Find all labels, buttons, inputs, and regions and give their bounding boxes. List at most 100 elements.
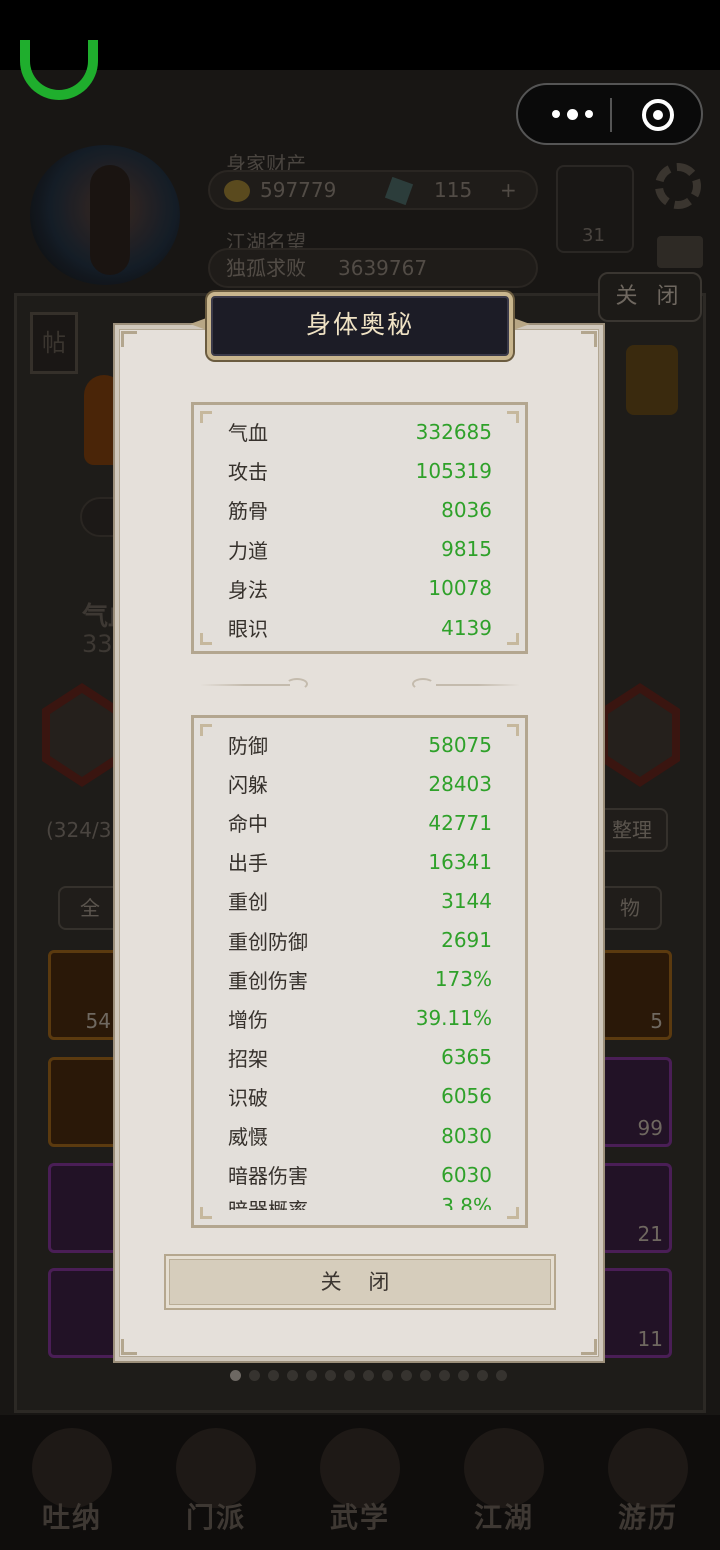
stat-row: 力道 9815 xyxy=(228,530,492,569)
stat-row: 暗器伤害 6030 xyxy=(228,1155,492,1194)
stat-row: 增伤 39.11% xyxy=(228,999,492,1038)
page-dot[interactable] xyxy=(458,1370,469,1381)
inventory-slot[interactable]: 54 xyxy=(48,950,120,1040)
nav-item[interactable]: 江湖 xyxy=(449,1422,559,1542)
inventory-slot[interactable] xyxy=(48,1057,120,1147)
page-dot[interactable] xyxy=(439,1370,450,1381)
hp-value: 33 xyxy=(82,630,113,658)
mail-icon[interactable] xyxy=(657,236,703,268)
stat-value: 6030 xyxy=(441,1162,492,1187)
nav-label: 游历 xyxy=(617,1501,678,1534)
page-dot[interactable] xyxy=(420,1370,431,1381)
corner-ornament xyxy=(200,724,212,736)
stat-name: 出手 xyxy=(228,851,268,876)
dialog-title: 身体奥秘 xyxy=(207,292,513,360)
fame-title: 独孤求败 xyxy=(226,256,306,280)
page-dot[interactable] xyxy=(344,1370,355,1381)
inventory-slot[interactable]: 21 xyxy=(600,1163,672,1253)
page-dot[interactable] xyxy=(477,1370,488,1381)
add-currency-button[interactable]: + xyxy=(500,172,517,208)
stat-row: 闪躲 28403 xyxy=(228,764,492,803)
filter-item-tab[interactable]: 物 xyxy=(598,886,662,930)
page-dot[interactable] xyxy=(268,1370,279,1381)
more-dots-icon[interactable] xyxy=(536,85,608,143)
nav-label: 武学 xyxy=(329,1501,390,1534)
page-indicator xyxy=(230,1370,507,1381)
stat-name: 威慑 xyxy=(228,1125,268,1149)
stat-name: 攻击 xyxy=(228,460,268,485)
stat-row: 暗器概率 3.8% xyxy=(228,1194,492,1210)
corner-ornament xyxy=(507,1207,519,1219)
stat-name: 力道 xyxy=(228,538,268,563)
page-dot[interactable] xyxy=(230,1370,241,1381)
stat-name: 暗器伤害 xyxy=(228,1164,308,1189)
stat-name: 闪躲 xyxy=(228,773,268,798)
fame-bar: 独孤求败 3639767 xyxy=(208,248,538,288)
stat-value: 105319 xyxy=(415,458,492,483)
close-button[interactable]: 关 闭 xyxy=(164,1254,556,1310)
nav-label: 门派 xyxy=(185,1501,246,1534)
page-dot[interactable] xyxy=(325,1370,336,1381)
nav-item[interactable]: 门派 xyxy=(161,1422,271,1542)
stat-row: 眼识 4139 xyxy=(228,608,492,647)
stat-value: 42771 xyxy=(428,810,492,835)
yin-yang-icon[interactable]: 31 xyxy=(556,165,634,253)
stat-row: 招架 6365 xyxy=(228,1038,492,1077)
page-dot[interactable] xyxy=(401,1370,412,1381)
capsule-close-icon[interactable] xyxy=(642,99,674,131)
corner-ornament xyxy=(200,411,212,423)
page-dot[interactable] xyxy=(496,1370,507,1381)
stat-name: 暗器概率 xyxy=(228,1198,308,1211)
stat-row: 身法 10078 xyxy=(228,569,492,608)
stat-value: 28403 xyxy=(428,771,492,796)
inventory-slot[interactable] xyxy=(48,1268,120,1358)
corner-ornament xyxy=(200,1207,212,1219)
page-dot[interactable] xyxy=(287,1370,298,1381)
nav-item[interactable]: 吐纳 xyxy=(17,1422,127,1542)
page-dot[interactable] xyxy=(306,1370,317,1381)
lantern-icon[interactable] xyxy=(626,345,678,415)
inventory-slot[interactable]: 5 xyxy=(600,950,672,1040)
tie-tag-button[interactable]: 帖 xyxy=(30,312,78,374)
page-dot[interactable] xyxy=(249,1370,260,1381)
stat-row: 重创防御 2691 xyxy=(228,921,492,960)
corner-ornament xyxy=(507,411,519,423)
corner-ornament xyxy=(507,724,519,736)
nav-label: 吐纳 xyxy=(41,1501,102,1534)
nav-label: 江湖 xyxy=(473,1501,534,1534)
stat-name: 增伤 xyxy=(228,1007,268,1032)
stat-row: 出手 16341 xyxy=(228,842,492,881)
avatar[interactable] xyxy=(30,145,180,285)
stat-value: 8036 xyxy=(441,497,492,522)
advanced-stats-box[interactable]: 防御 58075 闪躲 28403 命中 42771 出手 16341 重创 3144 重创防御 26… xyxy=(191,715,528,1228)
divider-right xyxy=(410,678,520,690)
page-dot[interactable] xyxy=(363,1370,374,1381)
stat-name: 身法 xyxy=(228,577,268,602)
nav-item[interactable]: 武学 xyxy=(305,1422,415,1542)
stat-row: 攻击 105319 xyxy=(228,451,492,490)
corner-ornament xyxy=(581,1339,597,1355)
corner-ornament xyxy=(121,331,137,347)
stat-value: 10078 xyxy=(428,576,492,601)
gear-icon[interactable] xyxy=(655,163,701,209)
stat-value: 332685 xyxy=(415,419,492,444)
gems-value: 115 xyxy=(434,178,473,202)
inventory-slot[interactable]: 99 xyxy=(600,1057,672,1147)
coins-value: 597779 xyxy=(260,178,337,202)
stat-name: 命中 xyxy=(228,812,268,837)
rank-number: 31 xyxy=(582,225,605,246)
organize-button[interactable]: 整理 xyxy=(596,808,668,852)
stat-value: 6365 xyxy=(441,1045,492,1070)
panel-close-tab[interactable]: 关 闭 xyxy=(598,272,702,322)
status-bar xyxy=(0,0,720,70)
stat-value: 4139 xyxy=(441,615,492,640)
stat-row: 气血 332685 xyxy=(228,412,492,451)
nav-item[interactable]: 游历 xyxy=(593,1422,703,1542)
stat-value: 2691 xyxy=(441,928,492,952)
inventory-slot[interactable]: 11 xyxy=(600,1268,672,1358)
page-dot[interactable] xyxy=(382,1370,393,1381)
corner-ornament xyxy=(507,633,519,645)
inventory-slot[interactable] xyxy=(48,1163,120,1253)
stat-name: 眼识 xyxy=(228,617,268,641)
wealth-bar: 597779 115 + xyxy=(208,170,538,210)
